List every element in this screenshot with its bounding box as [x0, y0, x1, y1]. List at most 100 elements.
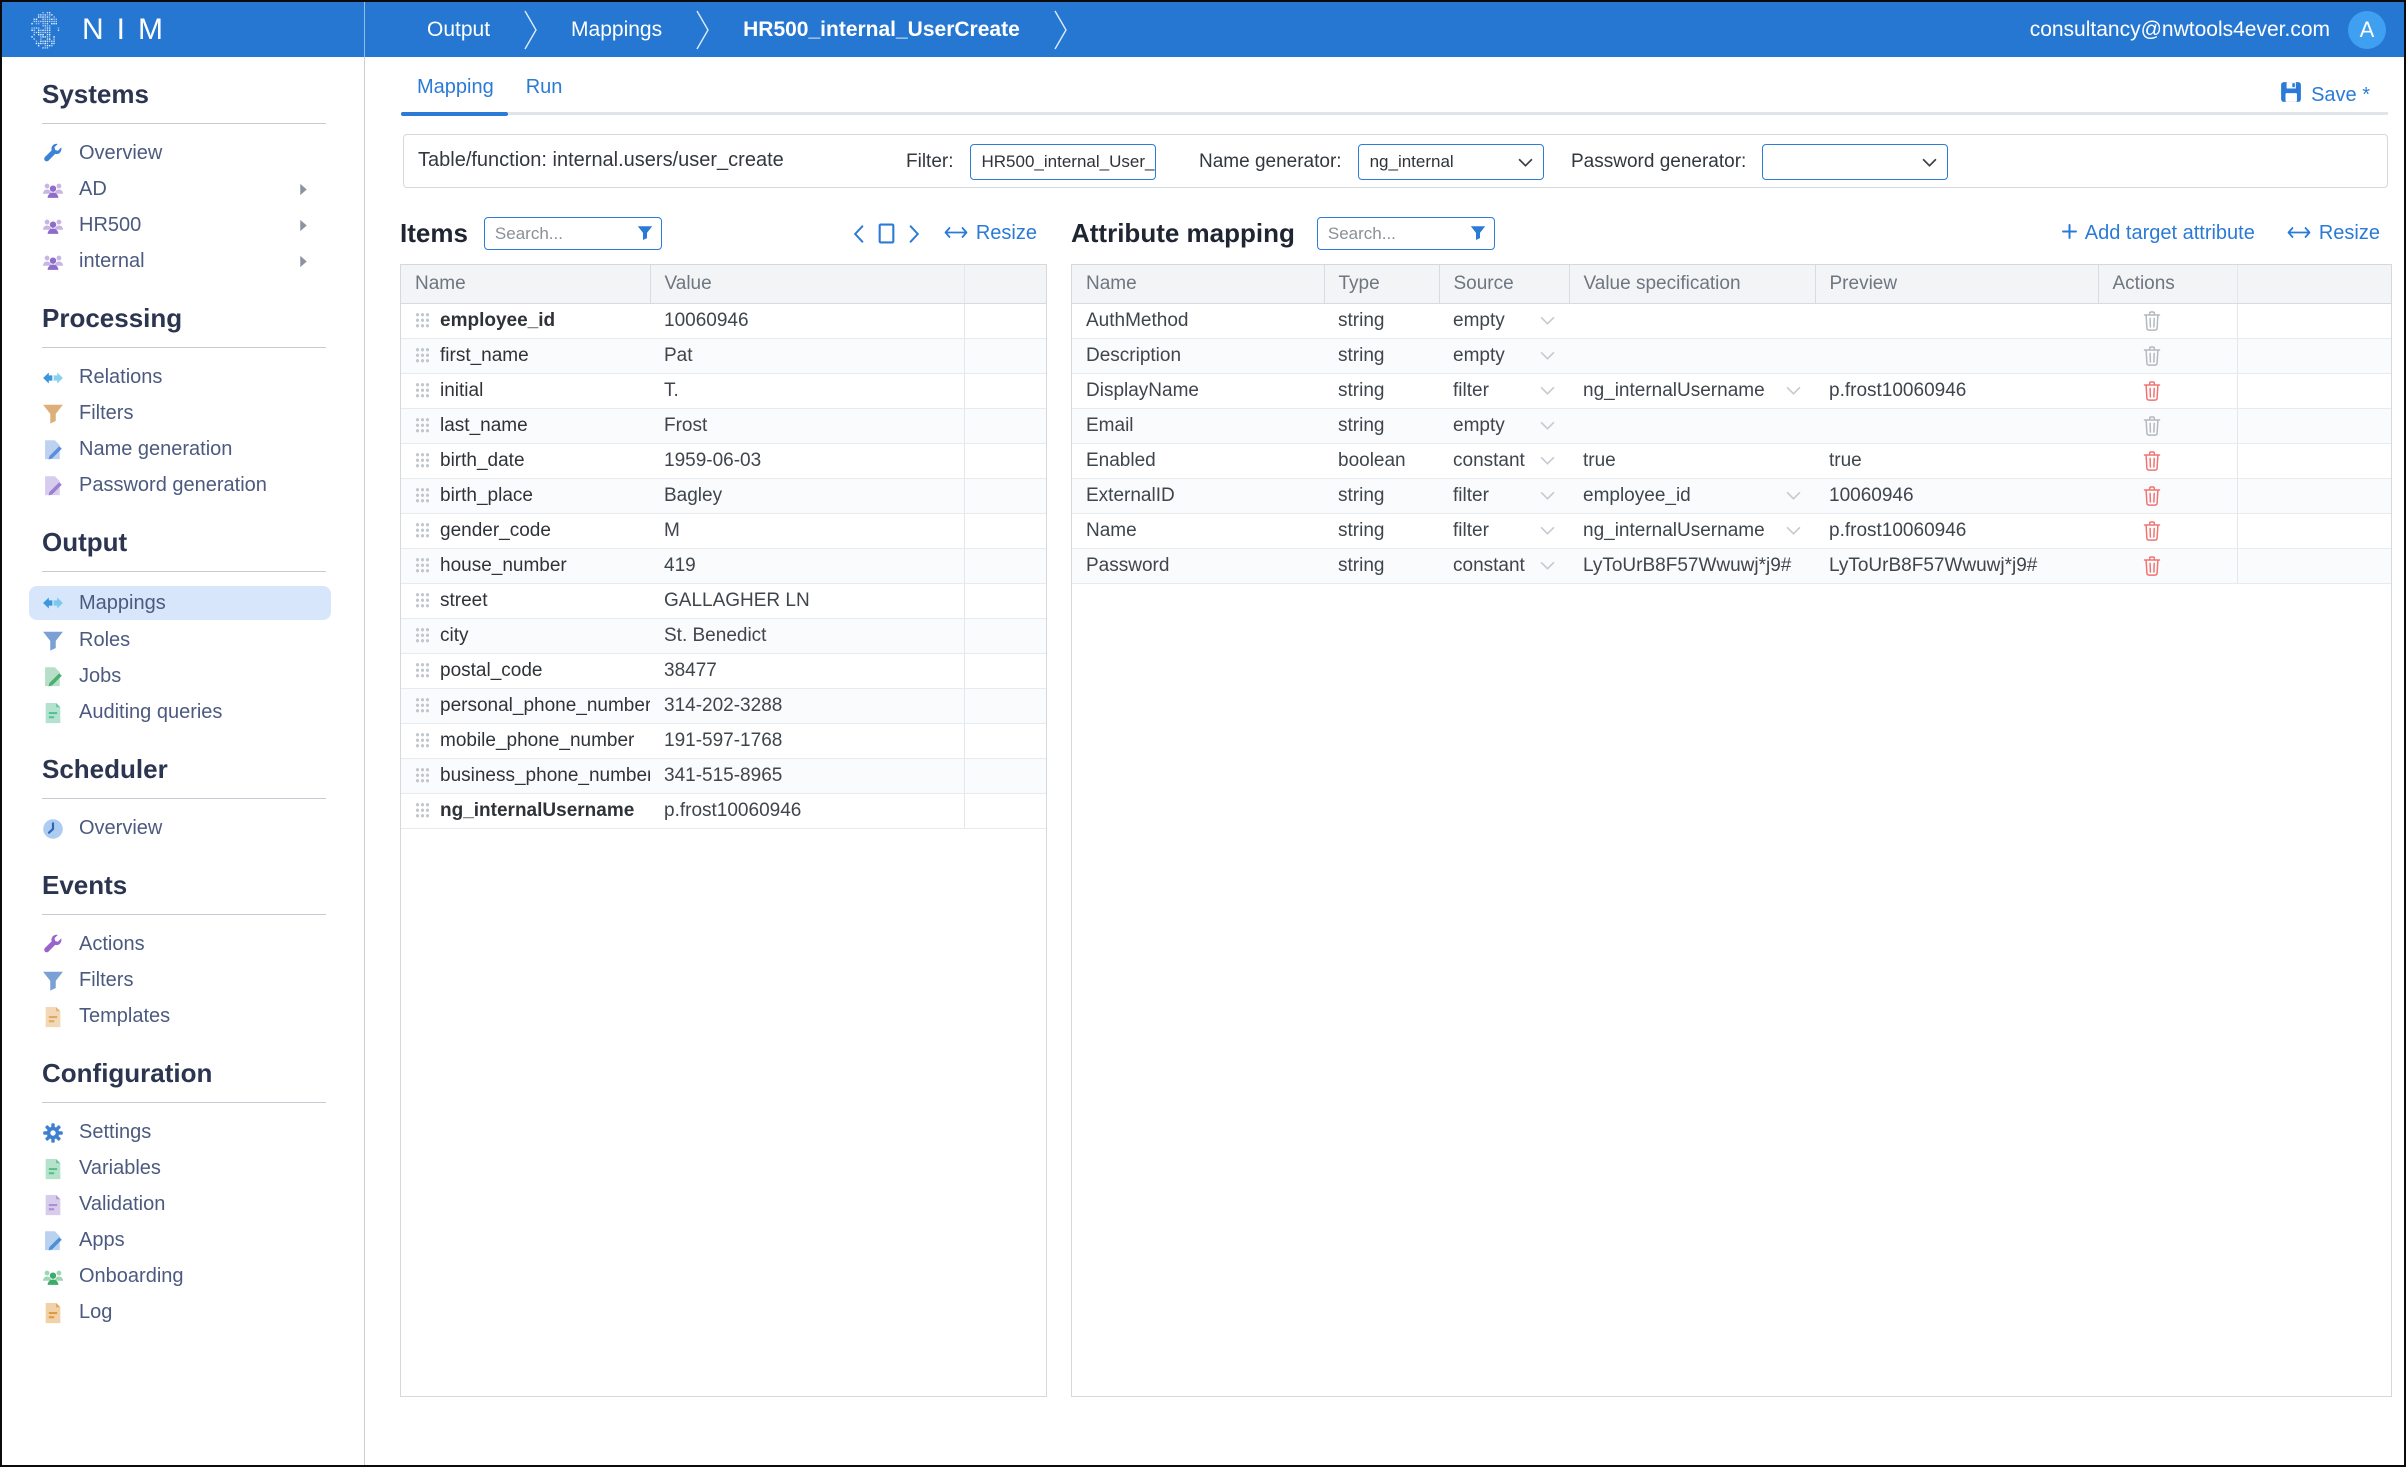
name-generator-select[interactable]: ng_internal	[1358, 144, 1544, 180]
drag-handle-icon[interactable]	[415, 347, 430, 363]
items-row-house-number[interactable]: house_number419	[401, 548, 1046, 583]
drag-handle-icon[interactable]	[415, 417, 430, 433]
mapping-source-select[interactable]: empty	[1439, 303, 1569, 338]
items-row-street[interactable]: streetGALLAGHER LN	[401, 583, 1046, 618]
items-resize-button[interactable]: Resize	[944, 222, 1037, 245]
sidebar-item-events-templates[interactable]: Templates	[42, 1001, 364, 1032]
delete-attribute-button[interactable]	[2098, 548, 2237, 583]
sidebar-item-configuration-onboarding[interactable]: Onboarding	[42, 1261, 364, 1292]
funnel-icon	[42, 970, 64, 992]
sidebar-item-configuration-log[interactable]: Log	[42, 1297, 364, 1328]
drag-handle-icon[interactable]	[415, 382, 430, 398]
page-indicator-icon[interactable]	[878, 223, 895, 244]
mapping-value-spec-select[interactable]: employee_id	[1569, 478, 1815, 513]
drag-handle-icon[interactable]	[415, 697, 430, 713]
mapping-source-select[interactable]: constant	[1439, 548, 1569, 583]
mapping-source-select[interactable]: filter	[1439, 513, 1569, 548]
delete-attribute-button[interactable]	[2098, 373, 2237, 408]
users-icon	[42, 179, 64, 201]
drag-handle-icon[interactable]	[415, 522, 430, 538]
sidebar-item-label: Validation	[79, 1193, 165, 1216]
add-target-attribute-button[interactable]: Add target attribute	[2062, 222, 2255, 245]
drag-handle-icon[interactable]	[415, 767, 430, 783]
page-next-icon[interactable]	[909, 225, 920, 243]
sidebar-item-configuration-settings[interactable]: Settings	[42, 1117, 364, 1148]
sidebar-item-scheduler-overview[interactable]: Overview	[42, 813, 364, 844]
breadcrumb-output[interactable]: Output	[427, 18, 490, 42]
mapping-value-spec-select[interactable]: ng_internalUsername	[1569, 513, 1815, 548]
breadcrumb-chevron-icon	[1054, 8, 1067, 52]
filter-funnel-icon[interactable]	[637, 225, 653, 246]
mapping-value-spec-select[interactable]: ng_internalUsername	[1569, 373, 1815, 408]
mapping-source-select[interactable]: constant	[1439, 443, 1569, 478]
sidebar-item-events-filters[interactable]: Filters	[42, 965, 364, 996]
attribute-resize-button[interactable]: Resize	[2287, 222, 2380, 245]
delete-attribute-button[interactable]	[2098, 443, 2237, 478]
sidebar-item-processing-relations[interactable]: Relations	[42, 362, 364, 393]
items-row-first-name[interactable]: first_namePat	[401, 338, 1046, 373]
mapping-row-description: Descriptionstringempty	[1072, 338, 2391, 373]
delete-attribute-button[interactable]	[2098, 408, 2237, 443]
sidebar-item-systems-hr500[interactable]: HR500	[42, 210, 364, 241]
sidebar-item-output-roles[interactable]: Roles	[42, 625, 364, 656]
items-row-ng-internalusername[interactable]: ng_internalUsernamep.frost10060946	[401, 793, 1046, 828]
delete-attribute-button[interactable]	[2098, 338, 2237, 373]
drag-handle-icon[interactable]	[415, 732, 430, 748]
items-row-birth-place[interactable]: birth_placeBagley	[401, 478, 1046, 513]
items-row-mobile-phone-number[interactable]: mobile_phone_number191-597-1768	[401, 723, 1046, 758]
breadcrumb-mappings[interactable]: Mappings	[571, 18, 662, 42]
delete-attribute-button[interactable]	[2098, 513, 2237, 548]
delete-attribute-button[interactable]	[2098, 303, 2237, 338]
drag-handle-icon[interactable]	[415, 487, 430, 503]
items-row-initial[interactable]: initialT.	[401, 373, 1046, 408]
tab-run[interactable]: Run	[524, 76, 565, 115]
drag-handle-icon[interactable]	[415, 802, 430, 818]
item-value: T.	[650, 373, 964, 408]
page-prev-icon[interactable]	[853, 225, 864, 243]
delete-attribute-button[interactable]	[2098, 478, 2237, 513]
drag-handle-icon[interactable]	[415, 312, 430, 328]
items-row-employee-id[interactable]: employee_id10060946	[401, 303, 1046, 338]
mapping-source-select[interactable]: filter	[1439, 373, 1569, 408]
sidebar-item-systems-overview[interactable]: Overview	[42, 138, 364, 169]
items-search-input[interactable]	[484, 217, 662, 250]
items-row-postal-code[interactable]: postal_code38477	[401, 653, 1046, 688]
mapping-source-select[interactable]: filter	[1439, 478, 1569, 513]
sidebar-item-output-auditing-queries[interactable]: Auditing queries	[42, 697, 364, 728]
sidebar-item-configuration-variables[interactable]: Variables	[42, 1153, 364, 1184]
items-row-last-name[interactable]: last_nameFrost	[401, 408, 1046, 443]
sidebar-item-systems-ad[interactable]: AD	[42, 174, 364, 205]
sidebar-item-events-actions[interactable]: Actions	[42, 929, 364, 960]
password-generator-select[interactable]	[1762, 144, 1948, 180]
sidebar-item-configuration-validation[interactable]: Validation	[42, 1189, 364, 1220]
mapping-source-select[interactable]: empty	[1439, 408, 1569, 443]
attribute-search-input[interactable]	[1317, 217, 1495, 250]
save-button[interactable]: Save *	[2280, 81, 2370, 109]
sidebar-item-processing-name-generation[interactable]: Name generation	[42, 434, 364, 465]
items-row-gender-code[interactable]: gender_codeM	[401, 513, 1046, 548]
drag-handle-icon[interactable]	[415, 627, 430, 643]
drag-handle-icon[interactable]	[415, 662, 430, 678]
drag-handle-icon[interactable]	[415, 592, 430, 608]
filter-funnel-icon[interactable]	[1470, 225, 1486, 246]
tab-mapping[interactable]: Mapping	[415, 76, 496, 115]
mapping-column-value-specification: Value specification	[1569, 265, 1815, 303]
items-row-personal-phone-number[interactable]: personal_phone_number314-202-3288	[401, 688, 1046, 723]
filter-select[interactable]: HR500_internal_User_Cre	[970, 144, 1156, 180]
items-row-city[interactable]: citySt. Benedict	[401, 618, 1046, 653]
sidebar-item-systems-internal[interactable]: internal	[42, 246, 364, 277]
sidebar-item-output-mappings[interactable]: Mappings	[29, 586, 331, 620]
drag-handle-icon[interactable]	[415, 557, 430, 573]
breadcrumb-hr500-internal-usercreate[interactable]: HR500_internal_UserCreate	[743, 18, 1020, 42]
items-row-business-phone-number[interactable]: business_phone_number341-515-8965	[401, 758, 1046, 793]
sidebar-item-configuration-apps[interactable]: Apps	[42, 1225, 364, 1256]
sidebar-item-processing-filters[interactable]: Filters	[42, 398, 364, 429]
avatar[interactable]: A	[2348, 11, 2386, 49]
breadcrumb-chevron-icon	[696, 8, 709, 52]
sidebar-item-output-jobs[interactable]: Jobs	[42, 661, 364, 692]
mapping-source-select[interactable]: empty	[1439, 338, 1569, 373]
items-row-birth-date[interactable]: birth_date1959-06-03	[401, 443, 1046, 478]
mapping-row-displayname: DisplayNamestringfilterng_internalUserna…	[1072, 373, 2391, 408]
drag-handle-icon[interactable]	[415, 452, 430, 468]
sidebar-item-processing-password-generation[interactable]: Password generation	[42, 470, 364, 501]
